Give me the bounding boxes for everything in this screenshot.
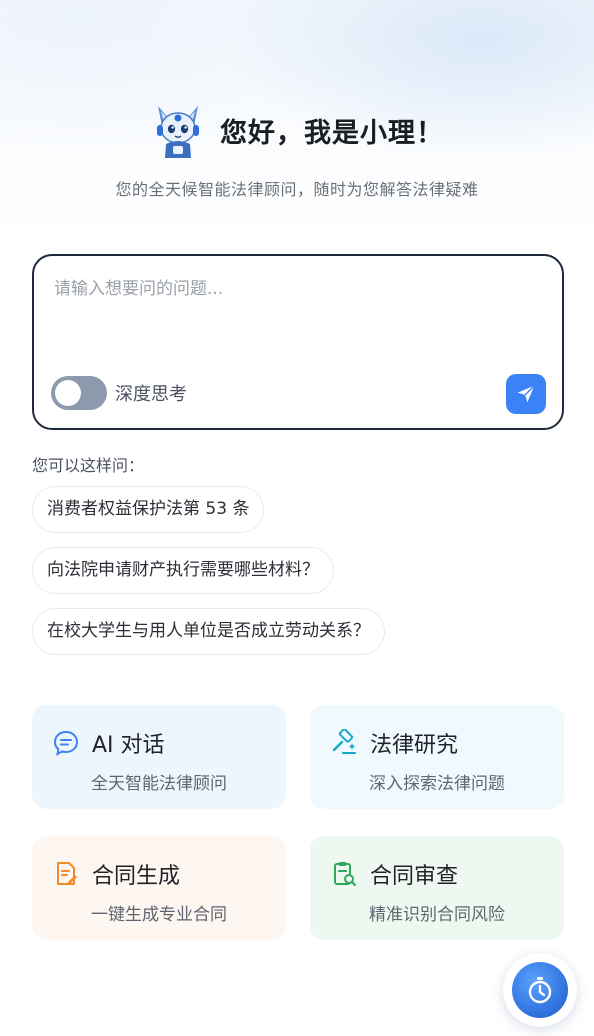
app-screen: 您好，我是小理！ 您的全天候智能法律顾问，随时为您解答法律疑难 深度思考 您可以…: [0, 0, 594, 1036]
feature-card-contract-generation[interactable]: 合同生成 一键生成专业合同: [32, 836, 286, 940]
card-title-row: 合同生成: [52, 858, 180, 890]
gavel-icon: [330, 729, 358, 757]
document-edit-icon: [52, 860, 80, 888]
card-description: 一键生成专业合同: [91, 905, 227, 925]
suggestion-chip[interactable]: 在校大学生与用人单位是否成立劳动关系？: [32, 608, 385, 655]
card-title-row: 合同审查: [330, 858, 458, 890]
floating-assistant-button[interactable]: [503, 953, 577, 1027]
card-description: 全天智能法律顾问: [91, 774, 227, 794]
page-subtitle: 您的全天候智能法律顾问，随时为您解答法律疑难: [115, 180, 479, 199]
deep-think-toggle[interactable]: [51, 376, 107, 410]
feature-card-contract-review[interactable]: 合同审查 精准识别合同风险: [310, 836, 564, 940]
suggestions-title: 您可以这样问：: [32, 456, 145, 475]
card-title-row: 法律研究: [330, 727, 458, 759]
question-input[interactable]: [54, 274, 544, 364]
deep-think-label: 深度思考: [115, 384, 187, 405]
page-title: 您好，我是小理！: [220, 117, 444, 149]
welcome-header: 您好，我是小理！ 您的全天候智能法律顾问，随时为您解答法律疑难: [0, 100, 594, 200]
deep-think-control: 深度思考: [51, 376, 187, 410]
document-search-icon: [330, 860, 358, 888]
card-title-row: AI 对话: [52, 727, 165, 759]
suggestion-chip[interactable]: 向法院申请财产执行需要哪些材料？: [32, 547, 334, 594]
send-button[interactable]: [506, 374, 546, 414]
card-title: 合同生成: [92, 864, 181, 889]
card-title: 合同审查: [370, 864, 459, 889]
card-title: 法律研究: [370, 733, 459, 758]
suggestion-chip[interactable]: 消费者权益保护法第 53 条: [32, 486, 265, 533]
mascot-avatar-icon: [157, 106, 199, 158]
feature-card-legal-research[interactable]: 法律研究 深入探索法律问题: [310, 705, 564, 809]
card-title: AI 对话: [92, 733, 165, 758]
card-description: 深入探索法律问题: [369, 774, 505, 794]
suggestion-list: 消费者权益保护法第 53 条 向法院申请财产执行需要哪些材料？ 在校大学生与用人…: [32, 486, 385, 655]
toggle-knob: [55, 380, 81, 406]
card-description: 精准识别合同风险: [369, 905, 505, 925]
question-input-box: 深度思考: [32, 254, 564, 430]
send-arrow-icon: [517, 385, 535, 403]
title-row: 您好，我是小理！: [150, 100, 444, 160]
stopwatch-icon: [512, 962, 568, 1018]
feature-card-ai-chat[interactable]: AI 对话 全天智能法律顾问: [32, 705, 286, 809]
chat-bubble-icon: [52, 729, 80, 757]
